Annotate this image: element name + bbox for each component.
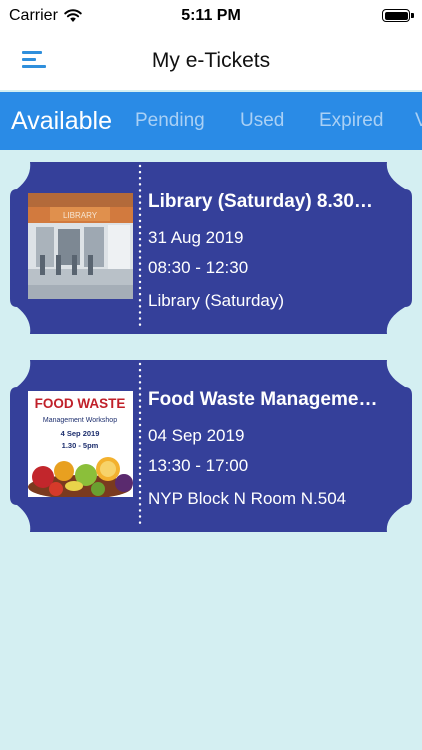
poster-date: 4 Sep 2019 xyxy=(61,429,100,438)
ticket-time: 08:30 - 12:30 xyxy=(148,258,249,277)
ticket-card[interactable]: LIBRARY Library (Saturday) 8.30… 31 Aug … xyxy=(10,162,412,334)
ticket-time: 13:30 - 17:00 xyxy=(148,456,249,475)
tab-expired[interactable]: Expired xyxy=(319,92,383,150)
poster-time: 1.30 - 5pm xyxy=(62,441,99,450)
tab-pending[interactable]: Pending xyxy=(135,92,205,150)
tab-available[interactable]: Available xyxy=(11,92,112,150)
poster-heading: FOOD WASTE xyxy=(35,396,126,411)
ticket-date: 04 Sep 2019 xyxy=(148,426,245,445)
tab-used[interactable]: Used xyxy=(240,92,284,150)
ticket-location: Library (Saturday) xyxy=(148,291,285,310)
ticket-tabs: Available Pending Used Expired V xyxy=(0,92,422,150)
status-time: 5:11 PM xyxy=(181,7,241,24)
ticket-card[interactable]: FOOD WASTE Management Workshop 4 Sep 201… xyxy=(10,360,412,532)
tab-partial[interactable]: V xyxy=(415,92,422,150)
poster-subheading: Management Workshop xyxy=(43,417,117,424)
page-title: My e-Tickets xyxy=(151,49,271,72)
ticket-date: 31 Aug 2019 xyxy=(148,228,244,247)
app-screen: Carrier 5:11 PM My e-Tickets Available P… xyxy=(0,0,422,750)
ticket-title: Food Waste Manageme… xyxy=(148,389,378,410)
status-bar: Carrier 5:11 PM xyxy=(0,0,422,32)
food-waste-poster-image: FOOD WASTE Management Workshop 4 Sep 201… xyxy=(28,391,133,497)
ticket-location: NYP Block N Room N.504 xyxy=(148,489,347,508)
navigation-bar: My e-Tickets xyxy=(0,32,422,90)
library-event-image: LIBRARY xyxy=(28,193,133,299)
battery-icon xyxy=(382,9,414,22)
ticket-title: Library (Saturday) 8.30… xyxy=(148,191,373,212)
library-sign-text: LIBRARY xyxy=(63,211,98,220)
